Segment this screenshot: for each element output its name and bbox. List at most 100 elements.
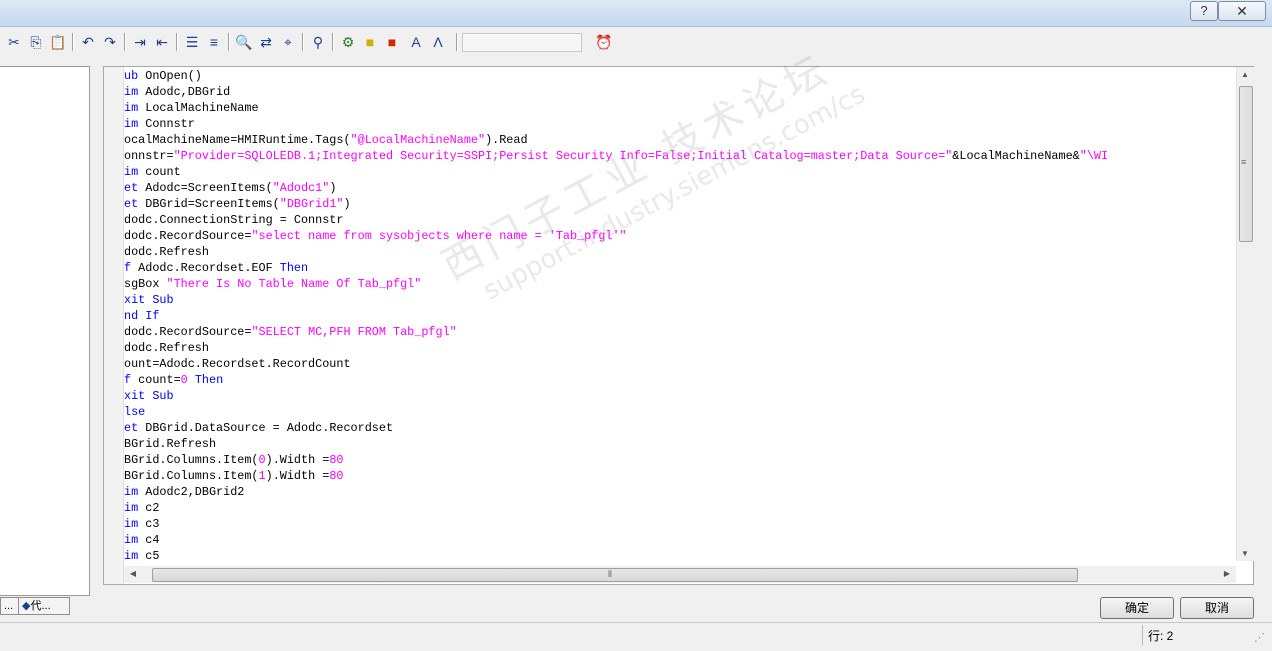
code-token: Adodc2,DBGrid2 (138, 485, 245, 499)
object-red-button[interactable]: ■ (382, 32, 402, 52)
ok-button[interactable]: 确定 (1100, 597, 1174, 619)
grip-icon: ⦀ (608, 569, 612, 579)
object-tree-pane[interactable] (0, 66, 90, 596)
code-editor[interactable]: ub OnOpen() im Adodc,DBGrid im LocalMachin… (103, 66, 1254, 585)
literal-token: 0 (180, 373, 188, 387)
keyword-token: im (124, 117, 139, 131)
property-button[interactable]: Λ (428, 32, 448, 52)
code-line: ocalMachineName=HMIRuntime.Tags("@LocalM… (124, 132, 1236, 148)
goto-button[interactable]: ⌖ (278, 32, 298, 52)
keyword-token: im (124, 165, 139, 179)
code-token: count= (131, 373, 181, 387)
keyword-token: et (124, 197, 139, 211)
vertical-scrollbar[interactable]: ▲ ≡ ▼ (1236, 67, 1254, 561)
paste-icon: 📋 (49, 34, 67, 50)
code-token: dodc.Refresh (124, 245, 209, 259)
code-token: c2 (138, 501, 160, 515)
undo-button[interactable]: ↶ (78, 32, 98, 52)
code-token: ).Read (485, 133, 528, 147)
code-token: c3 (138, 517, 160, 531)
tags-button[interactable]: A (406, 32, 426, 52)
horizontal-scroll-thumb[interactable]: ⦀ (152, 568, 1078, 582)
toolbar-search-field[interactable] (462, 33, 582, 52)
timer-button[interactable]: ⏰ (594, 32, 614, 52)
code-line: im Adodc,DBGrid (124, 84, 1236, 100)
code-line: onnstr="Provider=SQLOLEDB.1;Integrated S… (124, 148, 1236, 164)
toolbar-separator (302, 33, 304, 51)
copy-icon: ⎘ (30, 34, 42, 50)
code-token: Adodc.Recordset.EOF (131, 261, 280, 275)
keyword-token: im (124, 533, 139, 547)
scroll-left-icon[interactable]: ◀ (126, 569, 140, 578)
editor-gutter (104, 67, 124, 584)
bookmark-button[interactable]: ⚲ (308, 32, 328, 52)
goto-icon: ⌖ (284, 34, 292, 50)
redo-icon: ↷ (104, 34, 116, 50)
compile-icon: ⚙ (341, 34, 355, 50)
code-area[interactable]: ub OnOpen() im Adodc,DBGrid im LocalMachin… (124, 68, 1236, 562)
paste-button[interactable]: 📋 (48, 32, 68, 52)
code-line: im count (124, 164, 1236, 180)
copy-button[interactable]: ⎘ (26, 32, 46, 52)
cancel-button[interactable]: 取消 (1180, 597, 1254, 619)
keyword-token: Then (279, 261, 309, 275)
keyword-token: Then (194, 373, 224, 387)
keyword-token: xit Sub (124, 389, 174, 403)
bookmark-icon: ⚲ (312, 34, 324, 50)
code-line: im c2 (124, 500, 1236, 516)
scroll-down-icon[interactable]: ▼ (1238, 549, 1252, 558)
keyword-token: xit Sub (124, 293, 174, 307)
resize-grip-icon[interactable]: ⋰ (1254, 631, 1265, 644)
code-token: dodc.RecordSource= (124, 325, 252, 339)
vertical-scroll-thumb[interactable]: ≡ (1239, 86, 1253, 242)
uncomment-button[interactable]: ≡ (204, 32, 224, 52)
tab-code-label: 代... (30, 600, 51, 612)
keyword-token: im (124, 549, 139, 562)
keyword-token: im (124, 501, 139, 515)
help-button[interactable]: ? (1190, 1, 1218, 21)
literal-token: 1 (258, 469, 266, 483)
keyword-token: et (124, 181, 139, 195)
horizontal-scrollbar[interactable]: ◀ ⦀ ▶ (124, 566, 1236, 583)
compile-button[interactable]: ⚙ (338, 32, 358, 52)
code-token: c5 (138, 549, 160, 562)
outdent-button[interactable]: ⇤ (152, 32, 172, 52)
cut-button[interactable]: ✂ (4, 32, 24, 52)
comment-button[interactable]: ☰ (182, 32, 202, 52)
literal-token: "select name from sysobjects where name … (251, 229, 627, 243)
status-bar: 行: 2 ⋰ (0, 622, 1272, 647)
code-line: im c4 (124, 532, 1236, 548)
compass-icon: Λ (433, 34, 443, 50)
redo-button[interactable]: ↷ (100, 32, 120, 52)
object-button[interactable]: ■ (360, 32, 380, 52)
code-token: Adodc,DBGrid (138, 85, 231, 99)
literal-token: 80 (329, 453, 344, 467)
keyword-token: lse (124, 405, 146, 419)
tab-code[interactable]: ◆代... (18, 597, 70, 615)
code-line: et Adodc=ScreenItems("Adodc1") (124, 180, 1236, 196)
line-indicator: 行: 2 (1148, 629, 1174, 643)
toolbar-separator (176, 33, 178, 51)
keyword-token: im (124, 517, 139, 531)
indent-button[interactable]: ⇥ (130, 32, 150, 52)
literal-token: 0 (258, 453, 266, 467)
find-button[interactable]: 🔍 (234, 32, 254, 52)
scroll-right-icon[interactable]: ▶ (1220, 569, 1234, 578)
replace-button[interactable]: ⇄ (256, 32, 276, 52)
literal-token: "Adodc1" (272, 181, 330, 195)
code-token: ).Width = (265, 453, 330, 467)
code-line: et DBGrid=ScreenItems("DBGrid1") (124, 196, 1236, 212)
code-line: dodc.Refresh (124, 244, 1236, 260)
toolbar-separator (332, 33, 334, 51)
code-line: BGrid.Columns.Item(0).Width =80 (124, 452, 1236, 468)
keyword-token: im (124, 485, 139, 499)
scroll-up-icon[interactable]: ▲ (1238, 70, 1252, 79)
code-line: ub OnOpen() (124, 68, 1236, 84)
code-token: count (138, 165, 181, 179)
code-line: lse (124, 404, 1236, 420)
close-button[interactable]: ✕ (1218, 1, 1266, 21)
binoculars-icon: 🔍 (235, 34, 253, 50)
tab-objects[interactable]: ... (0, 597, 20, 615)
code-line: im Connstr (124, 116, 1236, 132)
